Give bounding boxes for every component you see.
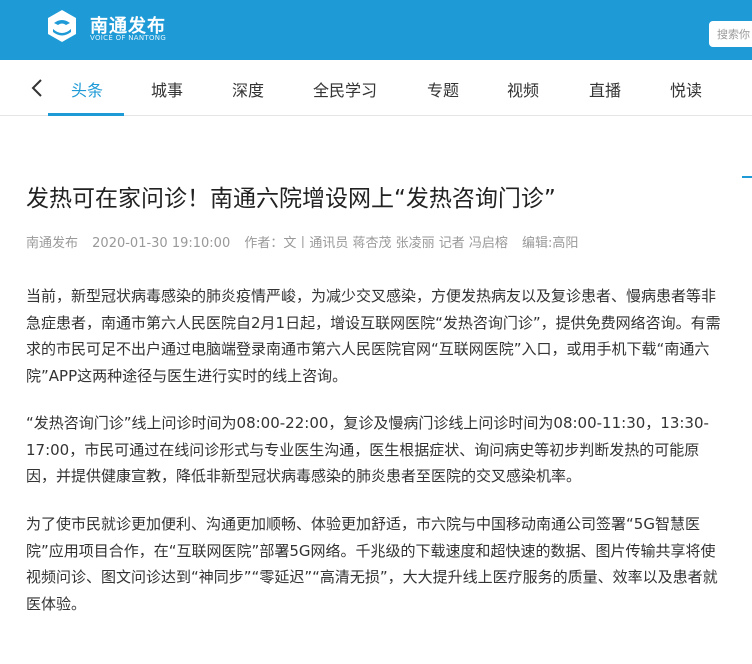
tab-shendu[interactable]: 深度 <box>232 77 264 101</box>
tab-shipin[interactable]: 视频 <box>507 77 539 101</box>
search-input[interactable]: 搜索你 <box>709 21 752 47</box>
logo-subtitle: VOICE OF NANTONG <box>90 34 167 42</box>
tab-chengshi[interactable]: 城事 <box>151 77 183 101</box>
article-meta: 南通发布 2020-01-30 19:10:00 作者：文丨通讯员 蒋杏茂 张凌… <box>26 232 588 251</box>
chevron-left-icon[interactable] <box>30 78 44 98</box>
article-paragraph: 为了使市民就诊更加便利、沟通更加顺畅、体验更加舒适，市六院与中国移动南通公司签署… <box>26 515 718 614</box>
side-accent <box>742 176 752 178</box>
article-editor: 编辑:高阳 <box>522 236 579 251</box>
article-paragraph: “发热咨询门诊”线上问诊时间为08:00-22:00，复诊及慢病门诊线上问诊时间… <box>26 414 709 486</box>
article-paragraph: 当前，新型冠状病毒感染的肺炎疫情严峻，为减少交叉感染，方便发热病友以及复诊患者、… <box>26 287 721 386</box>
active-tab-underline <box>48 113 124 116</box>
site-header: 南通发布 VOICE OF NANTONG 搜索你 <box>0 0 752 60</box>
tab-toutiao[interactable]: 头条 <box>71 77 103 101</box>
logo-icon[interactable] <box>44 8 80 44</box>
tab-quanmin-xuexi[interactable]: 全民学习 <box>313 77 377 101</box>
article-author: 作者：文丨通讯员 蒋杏茂 张凌丽 记者 冯启榕 <box>244 236 508 251</box>
tab-zhuanti[interactable]: 专题 <box>427 77 459 101</box>
article-title: 发热可在家问诊！南通六院增设网上“发热咨询门诊” <box>26 186 556 212</box>
tab-yuedu[interactable]: 悦读 <box>670 77 702 101</box>
article-source[interactable]: 南通发布 <box>26 236 78 251</box>
article-datetime: 2020-01-30 19:10:00 <box>92 236 231 251</box>
category-nav: 头条 城事 深度 全民学习 专题 视频 直播 悦读 <box>0 60 752 116</box>
tab-zhibo[interactable]: 直播 <box>589 77 621 101</box>
